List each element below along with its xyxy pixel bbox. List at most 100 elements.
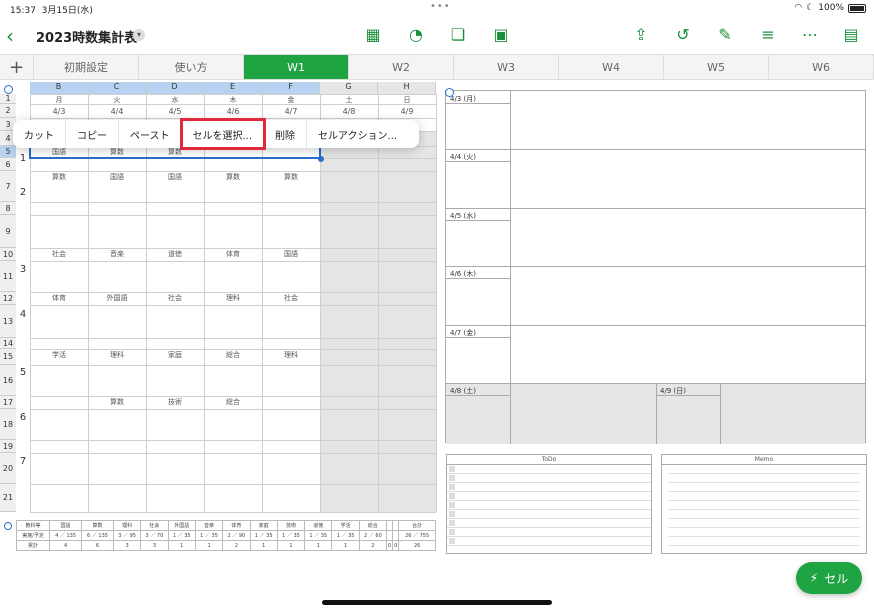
todo-item[interactable] — [447, 465, 651, 474]
column-header[interactable]: G — [320, 82, 378, 94]
tab-w1[interactable]: W1 — [244, 55, 349, 79]
subject-cell[interactable]: 道徳 — [146, 249, 204, 259]
document-title[interactable]: 2023時数集計表 — [36, 27, 137, 46]
subject-cell[interactable]: 国語 — [146, 172, 204, 182]
checkbox-icon[interactable] — [449, 511, 455, 517]
todo-item[interactable] — [447, 510, 651, 519]
undo-icon[interactable]: ↺ — [672, 24, 694, 46]
column-header[interactable]: B — [30, 82, 88, 94]
todo-item[interactable] — [447, 474, 651, 483]
subject-cell[interactable]: 理科 — [262, 350, 320, 360]
column-header[interactable]: F — [262, 82, 320, 94]
subject-cell[interactable]: 算数 — [262, 172, 320, 182]
select-cells-button[interactable]: セルを選択... — [179, 118, 267, 150]
column-header[interactable]: H — [378, 82, 436, 94]
checkbox-icon[interactable] — [449, 520, 455, 526]
checkbox-icon[interactable] — [449, 475, 455, 481]
format-brush-icon[interactable]: ✎ — [714, 24, 736, 46]
tab-how-to-use[interactable]: 使い方 — [139, 55, 244, 79]
memo-line[interactable] — [668, 510, 860, 519]
checkbox-icon[interactable] — [449, 484, 455, 490]
cell-actions-button[interactable]: セルアクション... — [307, 120, 408, 148]
table-handle-icon[interactable] — [4, 85, 13, 94]
subject-cell[interactable]: 家庭 — [146, 350, 204, 360]
memo-line[interactable] — [668, 465, 860, 474]
checkbox-icon[interactable] — [449, 466, 455, 472]
column-header[interactable]: D — [146, 82, 204, 94]
cut-button[interactable]: カット — [13, 120, 66, 148]
subject-cell[interactable]: 社会 — [30, 249, 88, 259]
row-header[interactable]: 6 — [0, 158, 16, 171]
delete-button[interactable]: 削除 — [264, 120, 308, 148]
memo-line[interactable] — [668, 474, 860, 483]
row-header[interactable]: 15 — [0, 349, 16, 365]
todo-box[interactable]: ToDo — [446, 454, 652, 554]
back-icon[interactable]: ‹ — [6, 24, 14, 48]
checkbox-icon[interactable] — [449, 493, 455, 499]
subject-cell[interactable]: 学活 — [30, 350, 88, 360]
shapes-icon[interactable]: ❏ — [447, 24, 469, 46]
media-icon[interactable]: ▣ — [490, 24, 512, 46]
memo-line[interactable] — [668, 501, 860, 510]
tab-initial-settings[interactable]: 初期設定 — [34, 55, 139, 79]
subject-cell[interactable]: 理科 — [88, 350, 146, 360]
more-icon[interactable]: ⋯ — [799, 24, 821, 46]
subject-cell[interactable]: 技術 — [146, 397, 204, 407]
memo-line[interactable] — [668, 492, 860, 501]
subject-cell[interactable]: 体育 — [30, 293, 88, 303]
subject-cell[interactable]: 算数 — [88, 397, 146, 407]
selection-handle-end[interactable] — [318, 156, 324, 162]
row-header[interactable]: 13 — [0, 305, 16, 338]
tab-w4[interactable]: W4 — [559, 55, 664, 79]
row-header[interactable]: 16 — [0, 365, 16, 396]
todo-item[interactable] — [447, 519, 651, 528]
row-header[interactable]: 20 — [0, 453, 16, 484]
document-icon[interactable]: ▤ — [840, 24, 862, 46]
tab-w3[interactable]: W3 — [454, 55, 559, 79]
subject-cell[interactable]: 理科 — [204, 293, 262, 303]
cell-format-button[interactable]: ⚡ セル — [796, 562, 862, 594]
copy-button[interactable]: コピー — [66, 120, 119, 148]
subject-cell[interactable]: 算数 — [204, 172, 262, 182]
subject-cell[interactable]: 国語 — [262, 249, 320, 259]
subject-cell[interactable]: 外国語 — [88, 293, 146, 303]
memo-line[interactable] — [668, 519, 860, 528]
memo-box[interactable]: Memo — [661, 454, 867, 554]
share-icon[interactable]: ⇪ — [630, 24, 652, 46]
list-icon[interactable]: ≡ — [757, 24, 779, 46]
row-header[interactable]: 1 — [0, 94, 16, 104]
checkbox-icon[interactable] — [449, 538, 455, 544]
row-header[interactable]: 21 — [0, 484, 16, 512]
memo-line[interactable] — [668, 528, 860, 537]
row-header[interactable]: 12 — [0, 292, 16, 305]
subject-cell[interactable]: 国語 — [88, 172, 146, 182]
subject-cell[interactable]: 総合 — [204, 397, 262, 407]
chevron-down-icon[interactable]: ▾ — [133, 29, 145, 41]
row-header[interactable]: 8 — [0, 202, 16, 215]
todo-item[interactable] — [447, 492, 651, 501]
column-header[interactable]: E — [204, 82, 262, 94]
row-header[interactable]: 14 — [0, 338, 16, 349]
todo-item[interactable] — [447, 501, 651, 510]
add-sheet-button[interactable]: + — [0, 55, 34, 79]
row-header[interactable]: 9 — [0, 215, 16, 248]
summary-handle-icon[interactable] — [4, 522, 12, 530]
home-indicator[interactable] — [322, 600, 552, 605]
row-header[interactable]: 18 — [0, 409, 16, 440]
memo-line[interactable] — [668, 537, 860, 546]
subject-cell[interactable]: 音楽 — [88, 249, 146, 259]
row-header[interactable]: 11 — [0, 261, 16, 292]
subject-cell[interactable]: 算数 — [30, 172, 88, 182]
row-header[interactable]: 7 — [0, 171, 16, 202]
tab-w5[interactable]: W5 — [664, 55, 769, 79]
todo-item[interactable] — [447, 483, 651, 492]
multitasking-dots-icon[interactable]: ••• — [430, 1, 451, 12]
todo-item[interactable] — [447, 528, 651, 537]
memo-line[interactable] — [668, 483, 860, 492]
chart-icon[interactable]: ◔ — [405, 24, 427, 46]
column-header[interactable]: C — [88, 82, 146, 94]
subject-cell[interactable]: 体育 — [204, 249, 262, 259]
tab-w6[interactable]: W6 — [769, 55, 874, 79]
subject-cell[interactable]: 社会 — [262, 293, 320, 303]
row-header[interactable]: 19 — [0, 440, 16, 453]
